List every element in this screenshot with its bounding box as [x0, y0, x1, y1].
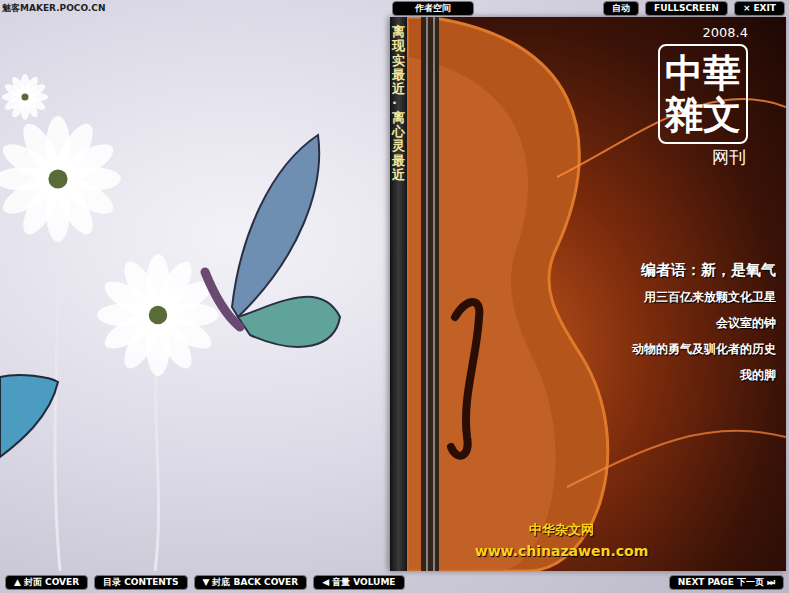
magazine-logo: 中華雜文网刊	[658, 44, 748, 169]
headline[interactable]: 用三百亿来放颗文化卫星	[644, 289, 776, 306]
issue-date: 2008.4	[703, 25, 749, 40]
next-page-label: NEXT PAGE 下一页	[678, 577, 764, 588]
cover-button[interactable]: ▲封面 COVER	[5, 575, 88, 590]
next-page-button[interactable]: NEXT PAGE 下一页⏭	[669, 575, 784, 590]
cover-content: 2008.4 中華雜文网刊编者语：新，是氧气用三百亿来放颗文化卫星会议室的钟动物的…	[407, 17, 786, 571]
site-name: 中华杂文网	[529, 521, 594, 539]
exit-button-icon: ×	[743, 3, 751, 14]
site-credit: 中华杂文网 www.chinazawen.com	[475, 521, 649, 559]
headline[interactable]: 会议室的钟	[716, 315, 776, 332]
volume-button[interactable]: ◀音量 VOLUME	[313, 575, 404, 590]
volume-button-label: 音量 VOLUME	[332, 577, 395, 588]
exit-button-label: EXIT	[753, 3, 776, 14]
cover-spine: 离现实最近·离心灵最近	[390, 17, 407, 571]
back-cover-button-label: 封底 BACK COVER	[212, 577, 298, 588]
top-bar: 魅客MAKER.POCO.CN 作者空间 自动 FULLSCREEN ×EXIT	[0, 0, 789, 17]
watermark: 魅客MAKER.POCO.CN	[2, 2, 386, 15]
magazine-cover: 离现实最近·离心灵最近 2008.4 中華雜文网刊编者语：新，是氧气用三百亿来放颗文…	[390, 17, 786, 571]
fullscreen-button[interactable]: FULLSCREEN	[645, 1, 728, 16]
auto-button-label: 自动	[612, 3, 630, 14]
skip-forward-icon: ⏭	[767, 577, 775, 588]
headline[interactable]: 我的脚	[740, 367, 776, 384]
exit-button[interactable]: ×EXIT	[734, 1, 785, 16]
cover-button-label: 封面 COVER	[24, 577, 79, 588]
auto-button[interactable]: 自动	[603, 1, 639, 16]
back-cover-button[interactable]: ▼封底 BACK COVER	[194, 575, 308, 590]
fullscreen-button-label: FULLSCREEN	[654, 3, 719, 14]
headline[interactable]: 编者语：新，是氧气	[641, 261, 776, 280]
logo-text: 中華雜文	[665, 52, 741, 136]
volume-button-icon: ◀	[322, 577, 329, 588]
site-url[interactable]: www.chinazawen.com	[475, 543, 649, 559]
cover-button-icon: ▲	[14, 577, 21, 588]
wallpaper	[0, 17, 390, 571]
headline[interactable]: 动物的勇气及驯化者的历史	[632, 341, 776, 358]
logo-box: 中華雜文	[658, 44, 748, 144]
author-space-button[interactable]: 作者空间	[392, 1, 474, 16]
logo-subtitle: 网刊	[712, 146, 746, 169]
bottom-bar: ▲封面 COVER 目录 CONTENTS ▼封底 BACK COVER ◀音量 VO…	[0, 571, 789, 593]
cover-art: 2008.4 中華雜文网刊编者语：新，是氧气用三百亿来放颗文化卫星会议室的钟动物的…	[407, 17, 786, 571]
author-space-button-label: 作者空间	[415, 3, 451, 14]
spine-text: 离现实最近·离心灵最近	[392, 25, 405, 182]
headline-list: 编者语：新，是氧气用三百亿来放颗文化卫星会议室的钟动物的勇气及驯化者的历史我的脚	[632, 261, 776, 384]
contents-button[interactable]: 目录 CONTENTS	[94, 575, 187, 590]
back-cover-button-icon: ▼	[203, 577, 210, 588]
main-area: 离现实最近·离心灵最近 2008.4 中華雜文网刊编者语：新，是氧气用三百亿来放颗文…	[0, 17, 789, 571]
contents-button-label: 目录 CONTENTS	[103, 577, 178, 588]
